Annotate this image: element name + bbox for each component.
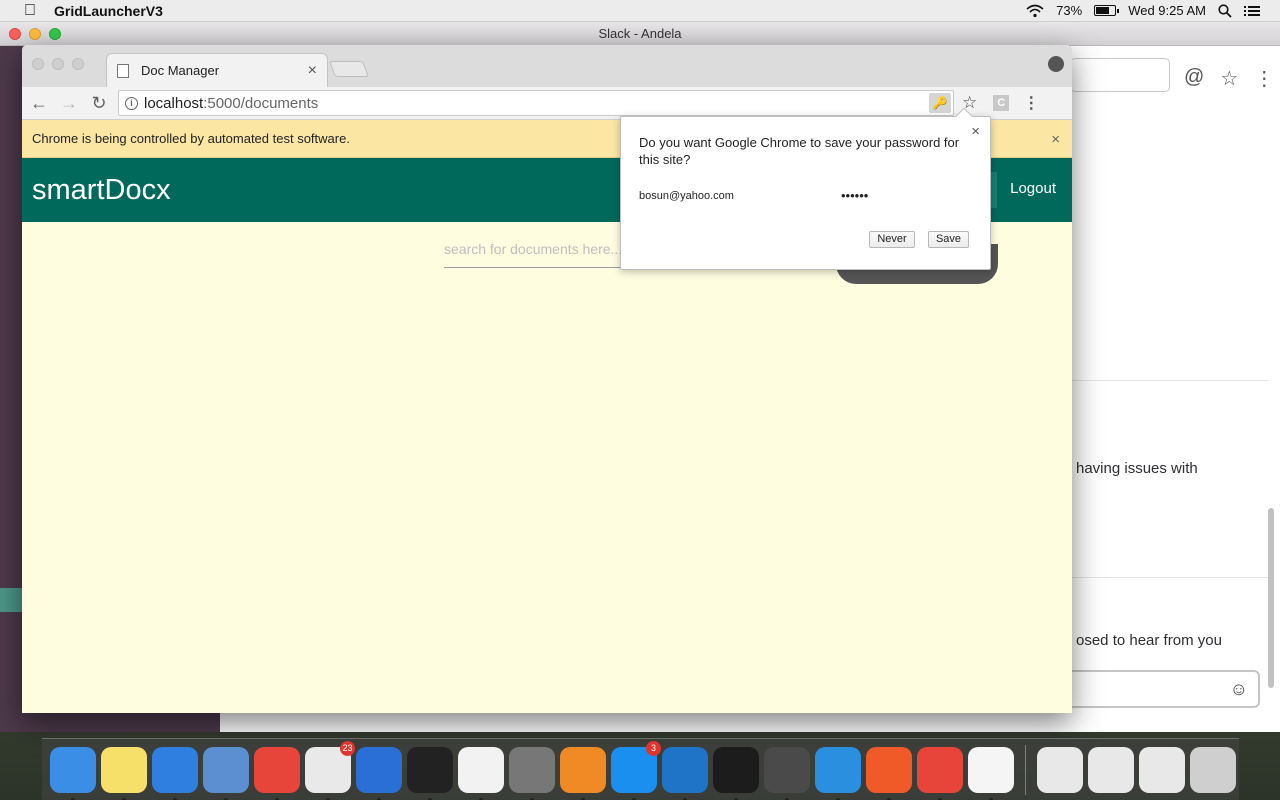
chrome-menu-icon[interactable]: ⋮ [1023,93,1039,113]
dock-sequel-pro-icon[interactable] [815,746,861,800]
slack-scrollbar[interactable] [1268,508,1274,688]
documents-page [22,222,1072,713]
battery-icon[interactable] [1094,5,1120,16]
address-bar[interactable]: i localhost:5000/documents 🔑 [118,90,954,116]
slack-window-controls [9,28,61,40]
dock-terminal-2-icon[interactable] [713,746,759,800]
mentions-icon[interactable]: @ [1184,66,1204,91]
dock-chrome-icon[interactable] [254,746,300,800]
dock-java-icon[interactable] [968,746,1014,800]
save-password-question: Do you want Google Chrome to save your p… [639,135,960,167]
saved-password-masked: •••••• [841,188,869,203]
slack-message-input[interactable]: ☺ [1060,670,1260,708]
wifi-icon[interactable] [1026,4,1044,18]
never-button[interactable]: Never [869,231,915,248]
logout-link[interactable]: Logout [1010,180,1056,197]
dock-safari-icon[interactable] [152,746,198,800]
dock-badge: 23 [340,740,355,756]
dock-chrome-2-icon[interactable] [917,746,963,800]
chrome-window-controls [32,58,84,70]
extension-icon[interactable]: C [993,95,1010,111]
dock-keynote-icon[interactable] [356,746,402,800]
browser-tab[interactable]: Doc Manager × [106,53,328,87]
apple-menu-icon[interactable]:  [20,2,40,19]
dock-itunes-icon[interactable] [458,746,504,800]
dock-preview-icon[interactable] [203,746,249,800]
zoom-window-button[interactable] [72,58,84,70]
zoom-window-button[interactable] [49,28,61,40]
slack-message-text: osed to hear from you [1076,632,1222,649]
forward-arrow-icon[interactable]: → [56,93,82,114]
password-key-icon[interactable]: 🔑 [929,93,951,113]
dock-badge: 3 [646,740,661,756]
clock[interactable]: Wed 9:25 AM [1128,3,1206,18]
page-favicon-icon [117,63,129,78]
mac-menubar:  GridLauncherV3 73% Wed 9:25 AM [0,0,1280,22]
minimize-window-button[interactable] [29,28,41,40]
tab-title: Doc Manager [141,63,220,78]
save-password-bubble: Do you want Google Chrome to save your p… [620,107,991,270]
slack-titlebar: Slack - Andela [0,22,1280,46]
dock-finder-icon[interactable] [50,746,96,800]
emoji-icon[interactable]: ☺ [1230,679,1248,700]
dock-slack-icon[interactable]: 23 [305,740,355,800]
slack-window-title: Slack - Andela [598,26,682,41]
dock-system-preferences-icon[interactable] [509,746,555,800]
dock-postman-icon[interactable] [866,746,912,800]
mac-dock: 23 3 [42,738,1239,800]
notification-center-icon[interactable] [1244,5,1260,17]
active-app-name[interactable]: GridLauncherV3 [54,3,163,19]
slack-message-divider [1072,577,1268,578]
infobar-close-icon[interactable]: × [1051,131,1060,148]
spotlight-search-icon[interactable] [1218,3,1232,18]
slack-search-box[interactable] [1070,58,1170,92]
dock-vscode-icon[interactable] [662,746,708,800]
saved-username: bosun@yahoo.com [639,190,734,202]
minimize-window-button[interactable] [52,58,64,70]
star-icon[interactable]: ☆ [1220,66,1238,91]
reload-icon[interactable]: ↻ [86,93,112,114]
brand-logo[interactable]: smartDocx [32,174,171,207]
back-arrow-icon[interactable]: ← [26,93,52,114]
save-button[interactable]: Save [928,231,969,248]
url-host: localhost [144,94,204,112]
dock-sublime-text-icon[interactable] [764,746,810,800]
new-tab-button[interactable] [329,61,369,77]
nav-item-partial[interactable] [991,172,997,208]
battery-percent: 73% [1056,3,1083,18]
slack-message-divider [1072,380,1268,381]
dock-window-3-icon[interactable] [1139,746,1185,793]
close-window-button[interactable] [32,58,44,70]
bubble-close-icon[interactable]: × [971,123,980,140]
dock-notes-icon[interactable] [101,746,147,800]
close-window-button[interactable] [9,28,21,40]
slack-message-text: having issues with [1076,460,1198,477]
dock-separator [1025,744,1026,795]
dock-trash-icon[interactable] [1190,746,1236,793]
slack-header-icons: @ ☆ ⋮ [1184,66,1274,91]
dock-ibooks-icon[interactable] [560,746,606,800]
more-vertical-icon[interactable]: ⋮ [1254,66,1274,91]
dock-window-2-icon[interactable] [1088,746,1134,793]
dock-terminal-icon[interactable] [407,746,453,800]
chrome-tabstrip: Doc Manager × [22,45,1072,87]
url-path: :5000/documents [203,94,319,112]
dock-window-1-icon[interactable] [1037,746,1083,793]
site-info-icon[interactable]: i [125,96,138,110]
infobar-message: Chrome is being controlled by automated … [32,131,350,146]
profile-icon[interactable] [1048,56,1064,72]
close-tab-icon[interactable]: × [308,62,317,80]
dock-app-store-icon[interactable]: 3 [611,740,661,800]
